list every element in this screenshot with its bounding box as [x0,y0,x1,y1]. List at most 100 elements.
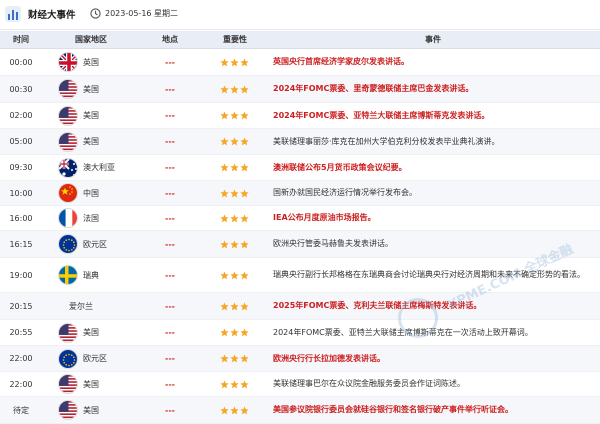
star-icon [220,188,229,198]
event-country: 美国 [56,320,156,345]
us-flag-icon [58,79,78,99]
event-time: 20:55 [9,328,33,337]
table-row[interactable]: 00:30 美国 --- 2024年FOMC票委、里奇蒙德联储主席巴金发表讲话。 [0,76,600,103]
importance-rating [210,206,260,230]
france-flag-icon [58,208,78,228]
event-country: 美国 [56,397,156,423]
event-time: 02:00 [9,111,33,120]
event-time: 10:00 [9,188,33,198]
table-row[interactable]: 22:00 欧元区 --- 欧洲央行行长拉加德发表讲话。 [0,346,600,372]
country-name: 美国 [83,84,99,94]
event-time: 09:30 [9,163,33,172]
star-icon [240,57,249,67]
event-description[interactable]: 英国央行首席经济学家皮尔发表讲话。 [273,49,593,75]
event-country: 美国 [56,103,156,128]
event-description[interactable]: 美国参议院银行委员会就硅谷银行和签名银行破产事件举行听证会。 [273,397,593,423]
sweden-flag-icon [58,265,78,285]
event-description[interactable]: 澳洲联储公布5月货币政策会议纪要。 [273,155,593,180]
table-row[interactable]: 19:00 瑞典 --- 瑞典央行副行长邦格格在东瑞典商会讨论瑞典央行对经济周期和未来… [0,258,600,293]
table-row[interactable]: 10:00 中国 --- 国新办就国民经济运行情况举行发布会。 [0,181,600,206]
star-icon [240,188,249,198]
uk-flag-icon [58,52,78,72]
star-icon [240,213,249,223]
event-place: --- [165,379,175,389]
us-flag-icon [58,105,78,126]
star-icon [230,270,239,280]
event-description[interactable]: 美联储理事巴尔在众议院金融服务委员会作证词陈述。 [273,372,593,396]
us-flag-icon [58,322,78,343]
event-country: 法国 [56,206,156,230]
table-row[interactable]: 16:00 法国 --- IEA公布月度原油市场报告。 [0,206,600,231]
table-row[interactable]: 09:30 澳大利亚 --- 澳洲联储公布5月货币政策会议纪要。 [0,155,600,181]
country-name: 中国 [83,188,99,198]
star-icon [230,111,239,120]
us-flag-icon [58,374,78,394]
star-icon [230,328,239,337]
column-header-importance: 重要性 [223,35,247,44]
event-description[interactable]: IEA公布月度原油市场报告。 [273,206,593,230]
importance-rating [210,293,260,319]
table-row[interactable]: 待定 美国 --- 美国参议院银行委员会就硅谷银行和签名银行破产事件举行听证会。 [0,397,600,424]
star-icon [230,163,239,172]
event-place: --- [165,188,175,198]
table-row[interactable]: 22:00 美国 --- 美联储理事巴尔在众议院金融服务委员会作证词陈述。 [0,372,600,397]
event-country: 欧元区 [56,231,156,257]
table-row[interactable]: 16:15 欧元区 --- 欧洲央行管委马赫鲁夫发表讲话。 [0,231,600,258]
event-country: 爱尔兰 [56,293,156,319]
star-icon [220,111,229,120]
event-time: 22:00 [9,354,33,363]
star-icon [220,57,229,67]
star-icon [230,379,239,389]
event-time: 20:15 [9,301,33,311]
event-time: 19:00 [9,270,33,280]
star-icon [240,163,249,172]
star-icon [230,354,239,363]
importance-rating [210,49,260,75]
header-bar: 财经大事件 2023-05-16 星期二 [0,0,600,30]
importance-rating [210,231,260,257]
column-header-event: 事件 [425,35,441,44]
star-icon [240,379,249,389]
table-row[interactable]: 02:00 美国 --- 2024年FOMC票委、亚特兰大联储主席博斯蒂克发表讲话。 [0,103,600,129]
star-icon [240,111,249,120]
event-place: --- [165,405,175,415]
star-icon [230,405,239,415]
event-place: --- [165,270,175,280]
event-description[interactable]: 国新办就国民经济运行情况举行发布会。 [273,181,593,205]
star-icon [220,137,229,146]
star-icon [220,270,229,280]
event-description[interactable]: 2025年FOMC票委、克利夫兰联储主席梅斯特发表讲话。 [273,293,593,319]
table-row[interactable]: 00:00 英国 --- 英国央行首席经济学家皮尔发表讲话。 [0,49,600,76]
star-icon [230,84,239,94]
star-icon [220,239,229,249]
event-place: --- [165,57,175,67]
country-name: 法国 [83,213,99,223]
star-icon [220,379,229,389]
table-row[interactable]: 20:15 爱尔兰 --- 2025年FOMC票委、克利夫兰联储主席梅斯特发表讲话。 [0,293,600,320]
australia-flag-icon [58,157,78,178]
country-name: 英国 [83,57,99,67]
event-description[interactable]: 欧洲央行管委马赫鲁夫发表讲话。 [273,231,593,257]
event-description[interactable]: 2024年FOMC票委、里奇蒙德联储主席巴金发表讲话。 [273,76,593,102]
importance-rating [210,155,260,180]
event-place: --- [165,354,175,363]
table-row[interactable]: 05:00 美国 --- 美联储理事丽莎·库克在加州大学伯克利分校发表毕业典礼演讲。 [0,129,600,155]
event-description[interactable]: 欧洲央行行长拉加德发表讲话。 [273,346,593,371]
event-description[interactable]: 瑞典央行副行长邦格格在东瑞典商会讨论瑞典央行对经济周期和未来不确定形势的看法。 [273,258,593,292]
star-icon [230,239,239,249]
event-description[interactable]: 2024年FOMC票委、亚特兰大联储主席博斯蒂克在一次活动上致开幕词。 [273,320,593,345]
us-flag-icon [58,131,78,152]
column-header-place: 地点 [162,35,178,44]
event-time: 05:00 [9,137,33,146]
clock-icon [90,8,101,19]
event-time: 16:15 [9,239,33,249]
table-header: 时间 国家地区 地点 重要性 事件 [0,31,600,49]
table-row[interactable]: 20:55 美国 --- 2024年FOMC票委、亚特兰大联储主席博斯蒂克在一次活动上… [0,320,600,346]
importance-rating [210,346,260,371]
event-country: 澳大利亚 [56,155,156,180]
star-icon [220,213,229,223]
country-name: 美国 [83,405,99,415]
event-description[interactable]: 美联储理事丽莎·库克在加州大学伯克利分校发表毕业典礼演讲。 [273,129,593,154]
country-name: 欧元区 [83,354,107,363]
event-description[interactable]: 2024年FOMC票委、亚特兰大联储主席博斯蒂克发表讲话。 [273,103,593,128]
